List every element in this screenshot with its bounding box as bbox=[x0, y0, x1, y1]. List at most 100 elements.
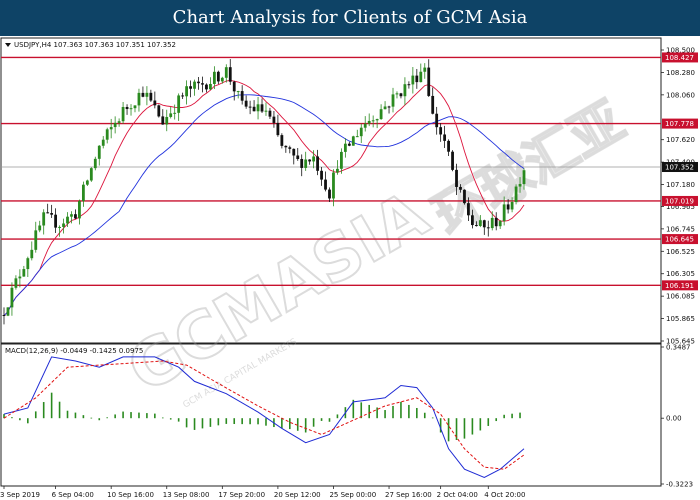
macd-histogram-bar bbox=[368, 404, 370, 419]
macd-histogram-bar bbox=[11, 417, 13, 419]
candle-body bbox=[395, 93, 399, 95]
macd-histogram-bar bbox=[161, 417, 164, 419]
candle-body bbox=[46, 212, 50, 214]
candle-body bbox=[62, 223, 65, 227]
candle bbox=[463, 189, 466, 205]
candle-body bbox=[336, 168, 339, 173]
candle-body bbox=[58, 226, 61, 228]
candle-body bbox=[34, 230, 38, 250]
candle-body bbox=[490, 217, 494, 229]
y-tick-label: 106.525 bbox=[666, 248, 695, 256]
candle-body bbox=[340, 151, 343, 169]
y-tick-label: 107.180 bbox=[666, 181, 695, 189]
candle-body bbox=[494, 217, 498, 227]
candle-body bbox=[470, 215, 474, 226]
candle-body bbox=[197, 81, 200, 84]
candle-body bbox=[459, 186, 462, 190]
level-price-label: 107.778 bbox=[665, 120, 694, 128]
macd-histogram-bar bbox=[495, 418, 498, 422]
candle bbox=[157, 104, 161, 118]
macd-histogram-bar bbox=[209, 418, 212, 427]
candle-body bbox=[74, 214, 77, 219]
candle-body bbox=[177, 95, 181, 113]
macd-histogram-bar bbox=[416, 407, 418, 419]
candle-body bbox=[50, 213, 54, 215]
candle-body bbox=[220, 77, 224, 82]
macd-histogram-bar bbox=[106, 417, 109, 419]
candle-body bbox=[224, 67, 228, 78]
candle-body bbox=[355, 136, 359, 138]
candle-body bbox=[18, 276, 22, 279]
level-price-label: 107.019 bbox=[665, 197, 694, 205]
candle-body bbox=[371, 120, 375, 122]
candle-body bbox=[375, 119, 379, 121]
macd-histogram-bar bbox=[90, 417, 93, 419]
y-tick-label: 108.280 bbox=[666, 69, 695, 77]
x-tick-label: 25 Sep 00:00 bbox=[329, 491, 376, 499]
macd-histogram-bar bbox=[281, 418, 283, 429]
y-tick-label: 106.305 bbox=[666, 270, 695, 278]
candle-body bbox=[173, 112, 177, 114]
candle-body bbox=[141, 92, 145, 97]
candle-body bbox=[209, 83, 212, 90]
level-price-label: 106.645 bbox=[665, 236, 694, 244]
candle-body bbox=[153, 100, 157, 106]
candle bbox=[351, 135, 355, 146]
y-tick-label: 108.060 bbox=[666, 91, 695, 99]
y-tick-label: 105.865 bbox=[666, 315, 695, 323]
macd-histogram-bar bbox=[296, 418, 299, 431]
candle-body bbox=[205, 84, 208, 90]
macd-histogram-bar bbox=[98, 418, 101, 421]
candle-body bbox=[328, 189, 331, 199]
candle-body bbox=[522, 170, 526, 185]
level-price-label: 106.191 bbox=[665, 282, 694, 290]
macd-histogram-bar bbox=[487, 418, 490, 426]
candle-body bbox=[101, 139, 105, 146]
candle bbox=[514, 184, 518, 205]
macd-histogram-bar bbox=[320, 418, 323, 421]
macd-histogram-bar bbox=[82, 415, 85, 419]
macd-histogram-bar bbox=[50, 392, 53, 419]
macd-histogram-bar bbox=[408, 404, 410, 419]
candle-body bbox=[288, 147, 292, 149]
macd-histogram-bar bbox=[328, 418, 331, 422]
candle-body bbox=[316, 156, 319, 171]
candle-body bbox=[6, 307, 10, 316]
candle-body bbox=[109, 127, 113, 130]
macd-y-tick-label: 0.3487 bbox=[666, 344, 691, 352]
macd-histogram-bar bbox=[463, 418, 466, 439]
level-price-label: 108.427 bbox=[665, 54, 694, 62]
macd-info-label: MACD(12,26,9) -0.0449 -0.1425 0.0975 bbox=[5, 347, 143, 355]
candle-body bbox=[308, 159, 312, 162]
candle-body bbox=[78, 201, 81, 219]
macd-histogram-bar bbox=[114, 414, 116, 419]
candle-body bbox=[125, 107, 129, 110]
x-tick-label: 27 Sep 16:00 bbox=[385, 491, 432, 499]
candle-body bbox=[38, 225, 42, 231]
candle bbox=[89, 167, 93, 182]
candle-body bbox=[347, 143, 351, 146]
candle-body bbox=[359, 127, 363, 137]
candle-body bbox=[399, 93, 403, 97]
candle-body bbox=[391, 94, 395, 107]
candle-body bbox=[312, 156, 316, 162]
macd-histogram-bar bbox=[511, 413, 513, 419]
macd-histogram-bar bbox=[304, 418, 307, 433]
candle-body bbox=[216, 71, 220, 82]
macd-histogram-bar bbox=[122, 411, 124, 419]
candle-body bbox=[129, 108, 133, 110]
current-price-label: 107.352 bbox=[665, 164, 694, 172]
candle-body bbox=[518, 184, 522, 187]
candle-body bbox=[351, 136, 355, 146]
candle-body bbox=[256, 104, 260, 112]
candle bbox=[451, 150, 454, 172]
candle-body bbox=[133, 105, 137, 109]
candle-body bbox=[260, 104, 264, 112]
candle-body bbox=[212, 71, 216, 84]
macd-histogram-bar bbox=[58, 401, 61, 419]
candle-body bbox=[506, 204, 510, 210]
candle-body bbox=[137, 92, 141, 106]
price-chart: GCMASIA 环球汇亚 GCM ASIA CAPITAL MARKETS 10… bbox=[0, 36, 700, 500]
macd-histogram-bar bbox=[241, 418, 243, 425]
candle-body bbox=[379, 109, 383, 120]
